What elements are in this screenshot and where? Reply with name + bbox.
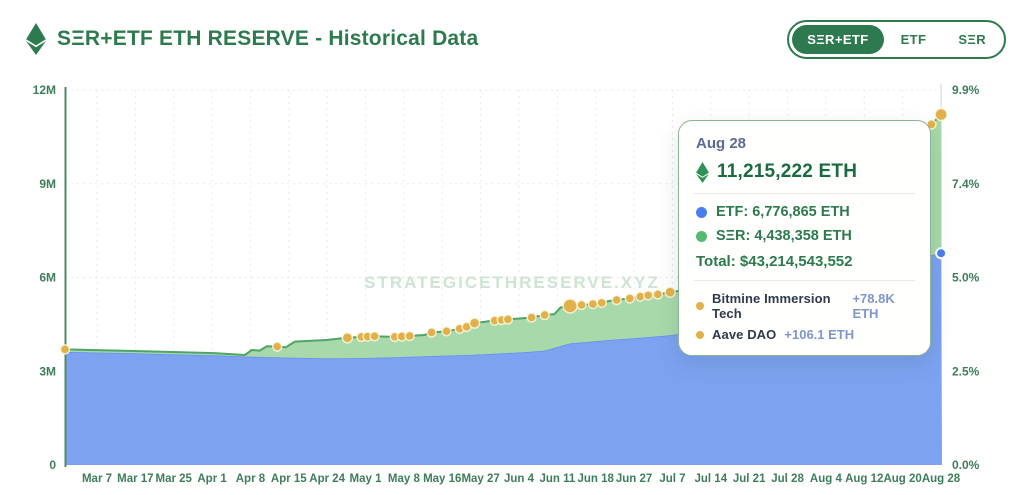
event-dot-icon[interactable]	[625, 294, 634, 303]
x-tick-label: Jul 28	[771, 473, 804, 485]
event-dot-icon[interactable]	[665, 287, 675, 297]
tooltip-event-row: Bitmine Immersion Tech +78.8K ETH	[696, 291, 915, 321]
x-tick-label: Jun 11	[539, 473, 575, 485]
tooltip-total-eth-value: 11,215,222 ETH	[717, 161, 857, 183]
y2-tick-label: 9.9%	[952, 83, 980, 97]
tooltip-total-usd: Total: $43,214,543,552	[696, 253, 915, 270]
x-tick-label: Jun 4	[504, 473, 535, 485]
event-dot-icon[interactable]	[563, 299, 577, 313]
x-tick-label: Mar 17	[117, 473, 153, 485]
chart-tooltip: Aug 28 11,215,222 ETH ETF: 6,776,865 ETH…	[678, 120, 931, 356]
x-axis-labels: Mar 7 Mar 17Mar 25 Apr 1 Apr 8 Apr 15Apr 24 M…	[82, 473, 961, 485]
tooltip-divider	[694, 193, 915, 194]
tooltip-ser-row: SΞR: 4,438,358 ETH	[696, 228, 915, 244]
event-dot-icon[interactable]	[470, 318, 480, 328]
x-tick-label: Jun 27	[616, 473, 652, 485]
event-amount: +106.1 ETH	[784, 327, 854, 342]
ethereum-icon	[696, 162, 709, 183]
event-dot-icon[interactable]	[588, 300, 597, 309]
y2-tick-label: 2.5%	[952, 364, 980, 378]
event-dot-icon[interactable]	[442, 327, 451, 336]
event-dot-icon[interactable]	[370, 332, 379, 341]
y-axis-left-labels: 0 3M 6M 9M 12M	[33, 83, 57, 472]
x-tick-label: Aug 20	[883, 473, 921, 485]
event-dot-icon[interactable]	[503, 315, 512, 324]
x-tick-label: Jun 18	[578, 473, 615, 485]
tooltip-etf-value: ETF: 6,776,865 ETH	[716, 204, 850, 220]
x-tick-label: Jul 7	[659, 473, 685, 485]
event-dot-icon[interactable]	[597, 298, 606, 307]
event-dot-icon	[696, 302, 704, 310]
x-tick-label: May 1	[350, 473, 383, 485]
x-tick-label: May 16	[423, 473, 461, 485]
y-tick-label: 3M	[39, 364, 56, 378]
hover-etf-dot-icon[interactable]	[936, 248, 946, 258]
event-dot-icon[interactable]	[405, 331, 414, 340]
x-tick-label: Jul 14	[695, 473, 728, 485]
x-tick-label: Jul 21	[733, 473, 766, 485]
event-dot-icon[interactable]	[612, 296, 621, 305]
tooltip-date: Aug 28	[696, 135, 915, 152]
ser-dot-icon	[696, 231, 707, 242]
y2-tick-label: 7.4%	[952, 177, 980, 191]
x-tick-label: Apr 24	[309, 473, 345, 485]
x-tick-label: Apr 8	[236, 473, 266, 485]
y-tick-label: 9M	[39, 177, 56, 191]
event-dot-icon[interactable]	[427, 328, 436, 337]
event-dot-icon[interactable]	[577, 301, 586, 310]
event-dot-icon	[696, 331, 704, 339]
event-dot-icon[interactable]	[61, 345, 70, 354]
x-tick-label: Mar 7	[82, 473, 112, 485]
x-tick-label: Mar 25	[156, 473, 193, 485]
tooltip-divider	[694, 280, 915, 281]
event-dot-icon[interactable]	[935, 109, 947, 121]
tooltip-etf-row: ETF: 6,776,865 ETH	[696, 204, 915, 220]
tooltip-event-row: Aave DAO +106.1 ETH	[696, 327, 915, 342]
event-amount: +78.8K ETH	[852, 291, 915, 321]
x-tick-label: Apr 15	[271, 473, 307, 485]
event-name: Bitmine Immersion Tech	[712, 291, 844, 321]
event-dot-icon[interactable]	[653, 290, 662, 299]
y2-tick-label: 5.0%	[952, 271, 980, 285]
event-name: Aave DAO	[712, 327, 776, 342]
event-dot-icon[interactable]	[273, 342, 282, 351]
event-dot-icon[interactable]	[342, 333, 352, 343]
watermark: STRATEGICETHRESERVE.XYZ	[364, 273, 660, 292]
etf-dot-icon	[696, 207, 707, 218]
y-axis-right-labels: 0.0% 2.5% 5.0% 7.4% 9.9%	[952, 83, 980, 472]
x-tick-label: Aug 12	[845, 473, 883, 485]
y-tick-label: 6M	[39, 271, 56, 285]
x-tick-label: Aug 28	[922, 473, 961, 485]
x-tick-label: May 8	[388, 473, 421, 485]
y-tick-label: 12M	[33, 83, 56, 97]
x-tick-label: Apr 1	[197, 473, 227, 485]
event-dot-icon[interactable]	[527, 313, 536, 322]
x-tick-label: Aug 4	[810, 473, 843, 485]
event-dot-icon[interactable]	[644, 291, 653, 300]
x-tick-label: May 27	[461, 473, 499, 485]
event-dot-icon[interactable]	[540, 311, 549, 320]
y2-tick-label: 0.0%	[952, 458, 980, 472]
tooltip-ser-value: SΞR: 4,438,358 ETH	[716, 228, 852, 244]
tooltip-total-eth: 11,215,222 ETH	[696, 161, 915, 183]
y-tick-label: 0	[49, 458, 56, 472]
